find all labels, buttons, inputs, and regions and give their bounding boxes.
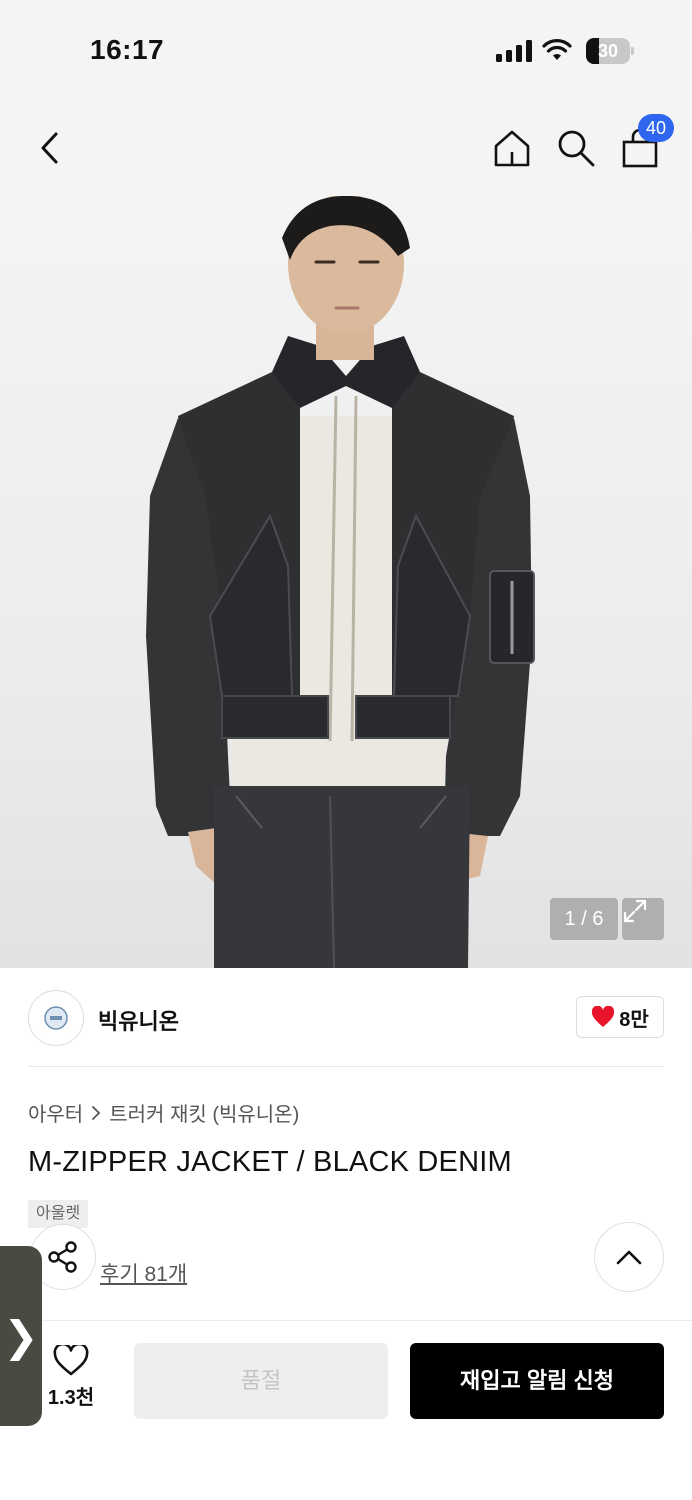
product-title: M-ZIPPER JACKET / BLACK DENIM [28, 1146, 512, 1178]
side-panel-tab[interactable]: ❯ [0, 1246, 42, 1426]
cart-button[interactable]: 40 [618, 114, 674, 170]
brand-name[interactable]: 빅유니온 [98, 1004, 179, 1036]
scroll-to-top-button[interactable] [594, 1222, 664, 1292]
brand-logo-icon [44, 1006, 68, 1030]
top-navigation: 40 [0, 100, 692, 196]
battery-indicator: 30 [586, 38, 634, 64]
product-image-carousel[interactable]: 1 / 6 [0, 196, 692, 968]
share-icon [48, 1241, 77, 1273]
search-button[interactable] [554, 126, 598, 170]
battery-percent: 30 [597, 41, 619, 61]
breadcrumb-category[interactable]: 아우터 [28, 1098, 83, 1127]
back-button[interactable] [28, 126, 72, 170]
heart-filled-icon [592, 1006, 615, 1027]
chevron-left-icon [41, 132, 58, 164]
cart-count-badge: 40 [638, 114, 674, 142]
brand-like-button[interactable]: 8만 [576, 996, 664, 1038]
bottom-action-bar: 1.3천 품절 재입고 알림 신청 [0, 1320, 692, 1500]
home-button[interactable] [490, 126, 534, 170]
image-page-indicator: 1 / 6 [550, 898, 618, 940]
wifi-icon [542, 39, 572, 60]
brand-like-count: 8만 [619, 1008, 649, 1031]
restock-alert-button[interactable]: 재입고 알림 신청 [410, 1343, 664, 1419]
cellular-signal-icon [496, 40, 532, 62]
chevron-right-icon: ❯ [3, 1312, 39, 1360]
chevron-up-icon [616, 1250, 642, 1265]
home-icon [494, 130, 530, 167]
wishlist-count: 1.3천 [47, 1387, 95, 1409]
search-icon [558, 130, 595, 167]
chevron-right-icon [92, 1105, 101, 1120]
breadcrumb: 아우터 트러커 재킷 (빅유니온) [28, 1098, 299, 1127]
brand-logo[interactable] [28, 990, 84, 1046]
product-photo [146, 196, 535, 968]
status-time: 16:17 [90, 34, 165, 65]
expand-icon [623, 899, 647, 923]
wishlist-button[interactable]: 1.3천 [40, 1345, 102, 1415]
breadcrumb-subcategory[interactable]: 트러커 재킷 (빅유니온) [109, 1098, 299, 1127]
heart-outline-icon [53, 1345, 89, 1376]
soldout-button: 품절 [134, 1343, 388, 1419]
section-divider [28, 1066, 664, 1067]
expand-image-button[interactable] [622, 898, 664, 940]
status-bar: 16:17 30 [0, 0, 692, 100]
reviews-link[interactable]: 후기 81개 [100, 1258, 187, 1288]
brand-row: 빅유니온 8만 [0, 968, 692, 1068]
